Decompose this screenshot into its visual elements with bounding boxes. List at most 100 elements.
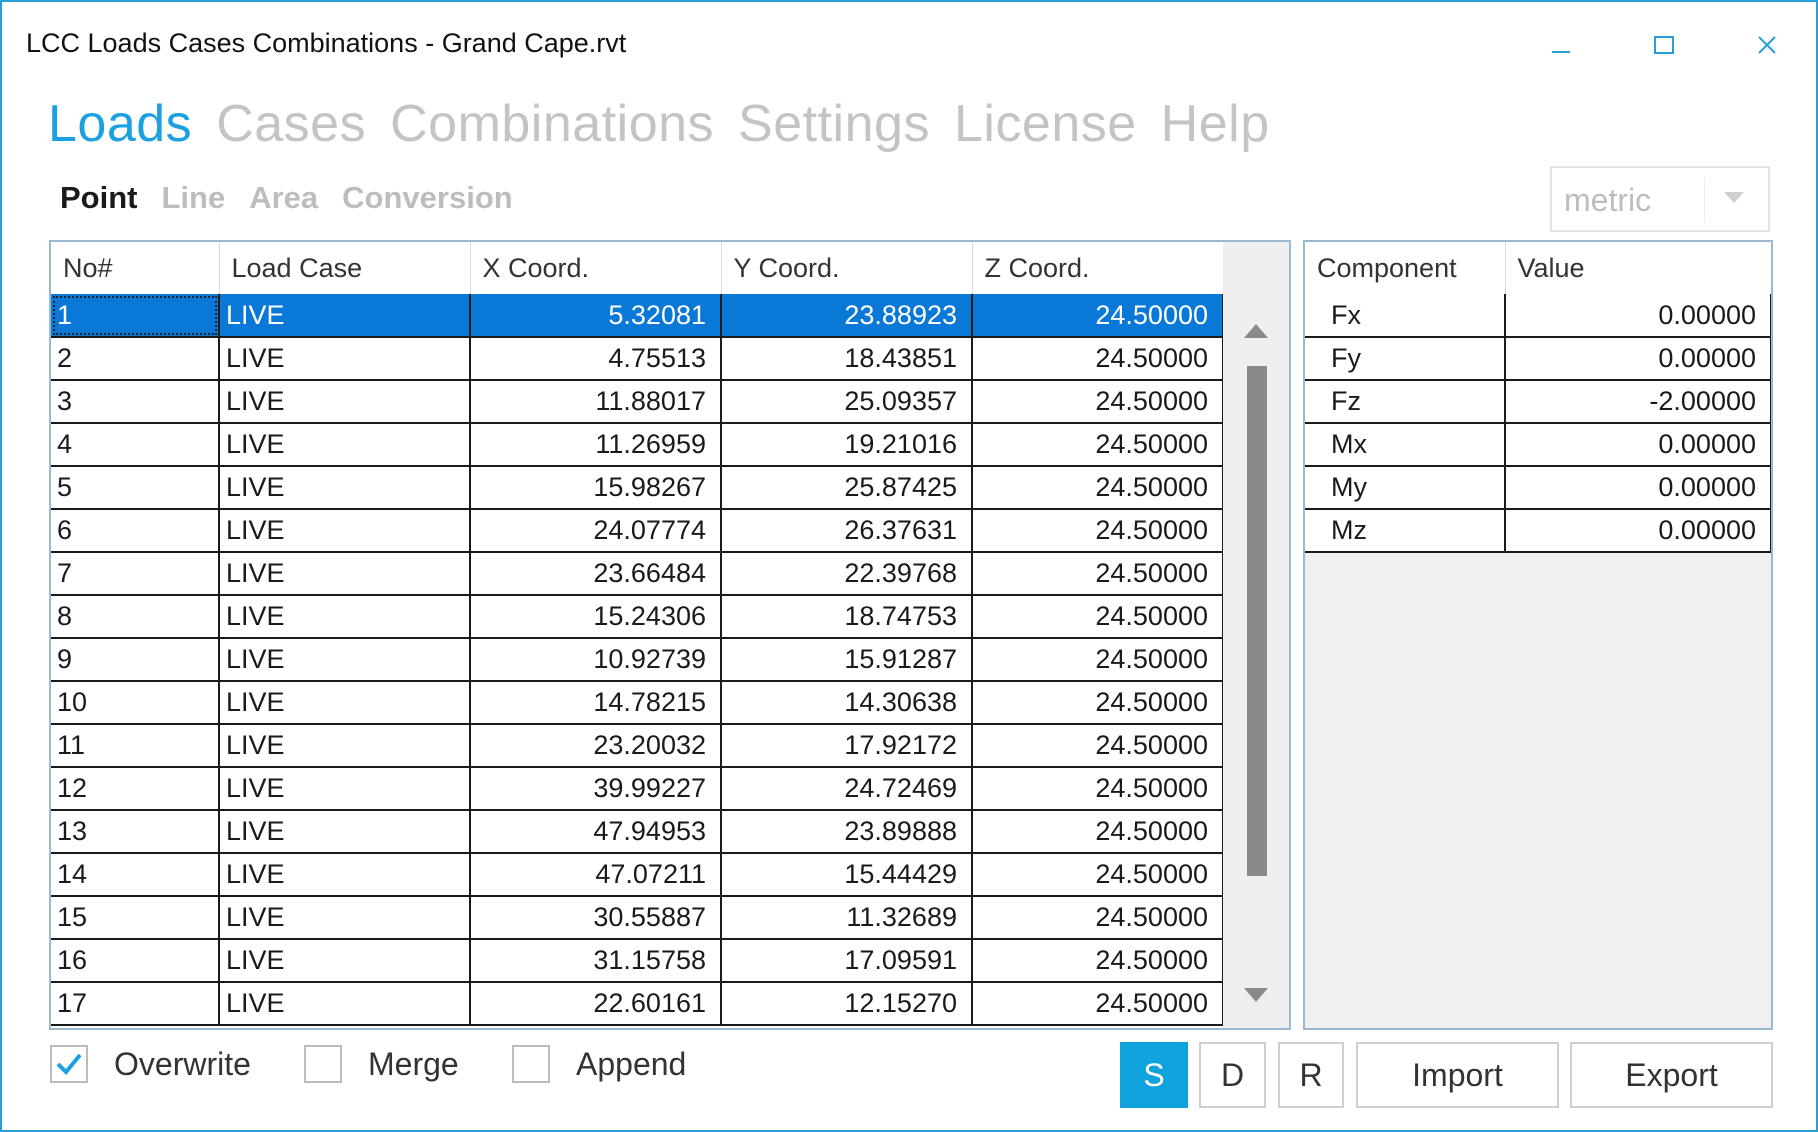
cell-y-coord[interactable]: 25.87425 — [721, 466, 973, 510]
cell-value[interactable]: -2.00000 — [1505, 380, 1771, 424]
scroll-thumb[interactable] — [1247, 366, 1267, 876]
cell-no[interactable]: 15 — [51, 896, 220, 940]
cell-load-case[interactable]: LIVE — [219, 896, 471, 940]
cell-no[interactable]: 6 — [51, 509, 220, 553]
component-row[interactable]: Mx 0.00000 — [1305, 423, 1771, 467]
table-row[interactable]: 4 LIVE 11.26959 19.21016 24.50000 — [51, 423, 1224, 467]
cell-x-coord[interactable]: 23.66484 — [470, 552, 722, 596]
cell-y-coord[interactable]: 15.91287 — [721, 638, 973, 682]
cell-z-coord[interactable]: 24.50000 — [972, 552, 1224, 596]
close-button[interactable] — [1737, 20, 1797, 70]
cell-y-coord[interactable]: 22.39768 — [721, 552, 973, 596]
cell-x-coord[interactable]: 10.92739 — [470, 638, 722, 682]
cell-z-coord[interactable]: 24.50000 — [972, 982, 1224, 1026]
table-row[interactable]: 14 LIVE 47.07211 15.44429 24.50000 — [51, 853, 1224, 897]
cell-no[interactable]: 10 — [51, 681, 220, 725]
cell-no[interactable]: 17 — [51, 982, 220, 1026]
cell-z-coord[interactable]: 24.50000 — [972, 939, 1224, 983]
subtab-point[interactable]: Point — [60, 180, 138, 216]
cell-y-coord[interactable]: 14.30638 — [721, 681, 973, 725]
cell-load-case[interactable]: LIVE — [219, 982, 471, 1026]
table-row[interactable]: 3 LIVE 11.88017 25.09357 24.50000 — [51, 380, 1224, 424]
cell-value[interactable]: 0.00000 — [1505, 423, 1771, 467]
cell-z-coord[interactable]: 24.50000 — [972, 466, 1224, 510]
cell-load-case[interactable]: LIVE — [219, 595, 471, 639]
cell-load-case[interactable]: LIVE — [219, 681, 471, 725]
minimize-button[interactable] — [1531, 20, 1591, 70]
cell-x-coord[interactable]: 14.78215 — [470, 681, 722, 725]
cell-x-coord[interactable]: 11.26959 — [470, 423, 722, 467]
cell-value[interactable]: 0.00000 — [1505, 466, 1771, 510]
cell-x-coord[interactable]: 23.20032 — [470, 724, 722, 768]
cell-x-coord[interactable]: 11.88017 — [470, 380, 722, 424]
cell-load-case[interactable]: LIVE — [219, 810, 471, 854]
table-row[interactable]: 11 LIVE 23.20032 17.92172 24.50000 — [51, 724, 1224, 768]
cell-load-case[interactable]: LIVE — [219, 724, 471, 768]
cell-x-coord[interactable]: 47.94953 — [470, 810, 722, 854]
merge-checkbox[interactable] — [304, 1045, 342, 1083]
cell-y-coord[interactable]: 11.32689 — [721, 896, 973, 940]
cell-load-case[interactable]: LIVE — [219, 380, 471, 424]
loads-grid[interactable]: No# Load Case X Coord. Y Coord. Z Coord.… — [49, 240, 1291, 1030]
scroll-down-icon[interactable] — [1244, 988, 1268, 1002]
table-row[interactable]: 1 LIVE 5.32081 23.88923 24.50000 — [51, 294, 1224, 338]
table-row[interactable]: 9 LIVE 10.92739 15.91287 24.50000 — [51, 638, 1224, 682]
cell-x-coord[interactable]: 31.15758 — [470, 939, 722, 983]
unit-system-select[interactable]: metric — [1550, 166, 1770, 232]
cell-y-coord[interactable]: 15.44429 — [721, 853, 973, 897]
cell-x-coord[interactable]: 47.07211 — [470, 853, 722, 897]
cell-component[interactable]: Fx — [1305, 294, 1506, 338]
cell-z-coord[interactable]: 24.50000 — [972, 810, 1224, 854]
cell-no[interactable]: 11 — [51, 724, 220, 768]
cell-component[interactable]: Mx — [1305, 423, 1506, 467]
cell-component[interactable]: Fz — [1305, 380, 1506, 424]
cell-no[interactable]: 2 — [51, 337, 220, 381]
table-row[interactable]: 5 LIVE 15.98267 25.87425 24.50000 — [51, 466, 1224, 510]
component-row[interactable]: Fy 0.00000 — [1305, 337, 1771, 381]
import-button[interactable]: Import — [1356, 1042, 1559, 1108]
cell-load-case[interactable]: LIVE — [219, 509, 471, 553]
cell-x-coord[interactable]: 22.60161 — [470, 982, 722, 1026]
cell-load-case[interactable]: LIVE — [219, 294, 471, 338]
component-row[interactable]: My 0.00000 — [1305, 466, 1771, 510]
cell-load-case[interactable]: LIVE — [219, 767, 471, 811]
cell-no[interactable]: 3 — [51, 380, 220, 424]
cell-z-coord[interactable]: 24.50000 — [972, 638, 1224, 682]
table-row[interactable]: 12 LIVE 39.99227 24.72469 24.50000 — [51, 767, 1224, 811]
append-option[interactable]: Append — [512, 1042, 686, 1086]
cell-value[interactable]: 0.00000 — [1505, 337, 1771, 381]
cell-no[interactable]: 1 — [51, 294, 220, 338]
tab-help[interactable]: Help — [1161, 94, 1270, 154]
subtab-conversion[interactable]: Conversion — [342, 180, 513, 216]
table-row[interactable]: 10 LIVE 14.78215 14.30638 24.50000 — [51, 681, 1224, 725]
cell-y-coord[interactable]: 18.74753 — [721, 595, 973, 639]
tab-combinations[interactable]: Combinations — [390, 94, 714, 154]
r-button[interactable]: R — [1278, 1042, 1344, 1108]
cell-y-coord[interactable]: 26.37631 — [721, 509, 973, 553]
vertical-scrollbar[interactable] — [1223, 242, 1289, 1028]
cell-no[interactable]: 14 — [51, 853, 220, 897]
cell-no[interactable]: 16 — [51, 939, 220, 983]
cell-y-coord[interactable]: 17.92172 — [721, 724, 973, 768]
overwrite-option[interactable]: Overwrite — [50, 1042, 251, 1086]
cell-x-coord[interactable]: 39.99227 — [470, 767, 722, 811]
tab-cases[interactable]: Cases — [216, 94, 366, 154]
tab-settings[interactable]: Settings — [738, 94, 930, 154]
cell-z-coord[interactable]: 24.50000 — [972, 294, 1224, 338]
cell-y-coord[interactable]: 23.89888 — [721, 810, 973, 854]
cell-z-coord[interactable]: 24.50000 — [972, 724, 1224, 768]
col-header-y-coord[interactable]: Y Coord. — [721, 242, 973, 294]
cell-x-coord[interactable]: 5.32081 — [470, 294, 722, 338]
table-row[interactable]: 17 LIVE 22.60161 12.15270 24.50000 — [51, 982, 1224, 1026]
cell-load-case[interactable]: LIVE — [219, 466, 471, 510]
d-button[interactable]: D — [1199, 1042, 1266, 1108]
cell-load-case[interactable]: LIVE — [219, 853, 471, 897]
table-row[interactable]: 6 LIVE 24.07774 26.37631 24.50000 — [51, 509, 1224, 553]
cell-z-coord[interactable]: 24.50000 — [972, 423, 1224, 467]
cell-load-case[interactable]: LIVE — [219, 939, 471, 983]
col-header-z-coord[interactable]: Z Coord. — [972, 242, 1224, 294]
cell-y-coord[interactable]: 23.88923 — [721, 294, 973, 338]
subtab-area[interactable]: Area — [249, 180, 318, 216]
col-header-load-case[interactable]: Load Case — [219, 242, 471, 294]
cell-x-coord[interactable]: 24.07774 — [470, 509, 722, 553]
